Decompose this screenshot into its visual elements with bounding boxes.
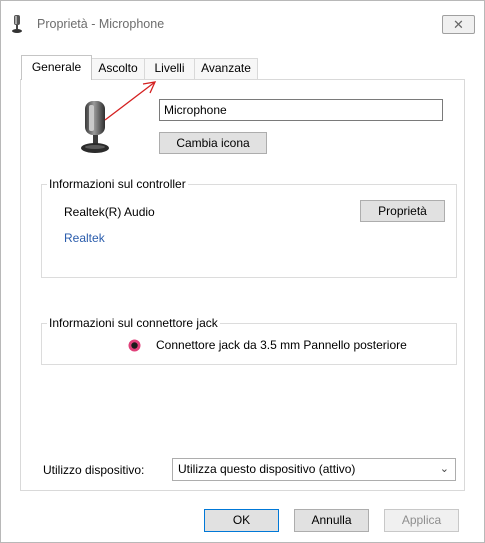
ok-button[interactable]: OK [204,509,279,532]
jack-description: Connettore jack da 3.5 mm Pannello poste… [156,338,407,352]
tab-livelli[interactable]: Livelli [144,58,195,79]
apply-button[interactable]: Applica [384,509,459,532]
controller-link[interactable]: Realtek [64,231,105,245]
window-title: Proprietà - Microphone [37,17,165,31]
controller-properties-button[interactable]: Proprietà [360,200,445,222]
close-icon: ✕ [453,17,464,32]
tab-generale[interactable]: Generale [21,55,92,80]
controller-name: Realtek(R) Audio [64,205,155,219]
jack-group-legend: Informazioni sul connettore jack [47,316,220,330]
microphone-icon [81,101,109,153]
tab-ascolto[interactable]: Ascolto [91,58,145,79]
device-usage-select[interactable]: Utilizza questo dispositivo (attivo) ⌄ [172,458,456,481]
change-icon-button[interactable]: Cambia icona [159,132,267,154]
device-usage-label: Utilizzo dispositivo: [43,463,145,477]
device-name-input[interactable] [159,99,443,121]
tab-avanzate[interactable]: Avanzate [194,58,258,79]
close-button[interactable]: ✕ [442,15,475,34]
title-bar: Proprietà - Microphone ✕ [1,1,484,47]
jack-connector-icon [128,339,141,352]
chevron-down-icon: ⌄ [439,463,449,475]
cancel-button[interactable]: Annulla [294,509,369,532]
properties-dialog: Proprietà - Microphone ✕ Generale Ascolt… [0,0,485,543]
microphone-small-icon [12,15,22,33]
device-usage-selected: Utilizza questo dispositivo (attivo) [178,462,356,476]
controller-group-legend: Informazioni sul controller [47,177,188,191]
